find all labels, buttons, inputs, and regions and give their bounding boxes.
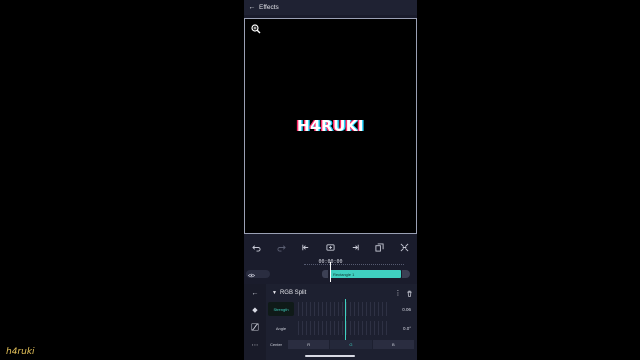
more-vert-icon[interactable]: ⋮: [393, 289, 403, 297]
effect-name: RGB Split: [279, 290, 307, 296]
copy-icon[interactable]: [375, 242, 385, 252]
eye-icon: [247, 265, 256, 283]
param-value-angle[interactable]: 0.0°: [393, 326, 411, 331]
effect-header: ▼ RGB Split ⋮: [268, 287, 415, 299]
add-keyframe-icon[interactable]: [325, 242, 335, 252]
arrow-left-icon[interactable]: ←: [248, 4, 256, 11]
back-arrow-icon[interactable]: ←: [249, 287, 261, 299]
visibility-toggle[interactable]: [246, 270, 270, 278]
param-value-strength[interactable]: 0.06: [393, 307, 411, 312]
keyframe-playhead: [345, 299, 346, 341]
preview-logo-text: H4RUKI: [297, 117, 364, 135]
graph-curve-icon[interactable]: [249, 321, 261, 333]
fullscreen-icon[interactable]: [400, 242, 410, 252]
zoom-icon[interactable]: [251, 21, 261, 34]
more-dots-icon[interactable]: ⋯: [249, 339, 261, 351]
center-option-r[interactable]: R: [288, 339, 330, 349]
effect-panel: ← ◆ ⋯ ▼ RGB Split ⋮ Strength 0.06 Angle …: [244, 284, 417, 360]
center-option-g[interactable]: G: [330, 339, 372, 349]
trash-icon[interactable]: [403, 290, 415, 297]
clip-end-handle[interactable]: [402, 270, 410, 278]
top-bar: ← Effects: [244, 0, 417, 15]
page-title: Effects: [259, 4, 279, 11]
watermark-text: h4ruki: [6, 347, 35, 357]
param-row-angle: Angle 0.0°: [268, 320, 415, 336]
clip-label: Rectangle 1: [333, 271, 355, 277]
keyframe-track[interactable]: [298, 321, 389, 335]
edit-toolbar: [244, 238, 417, 256]
param-row-strength: Strength 0.06: [268, 301, 415, 317]
panel-sidebar: ← ◆ ⋯: [244, 284, 266, 360]
undo-icon[interactable]: [251, 242, 261, 252]
video-preview[interactable]: H4RUKI: [244, 18, 417, 234]
center-option-b[interactable]: B: [372, 339, 414, 349]
playhead[interactable]: [330, 262, 331, 282]
param-label-angle[interactable]: Angle: [268, 321, 294, 335]
center-selector: Center R G B: [268, 339, 415, 349]
clip-start-handle[interactable]: [322, 270, 328, 278]
collapse-triangle-icon[interactable]: ▼: [272, 290, 277, 296]
jump-end-icon[interactable]: [350, 242, 360, 252]
keyframe-track[interactable]: [298, 302, 389, 316]
redo-icon[interactable]: [276, 242, 286, 252]
keyframe-diamond-icon[interactable]: ◆: [249, 304, 261, 316]
phone-screen: ← Effects H4RUKI Rectangle 1 ← ◆ ⋯ ▼ RGB…: [244, 0, 417, 360]
jump-start-icon[interactable]: [301, 242, 311, 252]
timeline-clip[interactable]: Rectangle 1: [330, 270, 401, 278]
home-indicator: [305, 355, 355, 357]
param-label-strength[interactable]: Strength: [268, 302, 294, 316]
center-label: Center: [270, 341, 283, 347]
